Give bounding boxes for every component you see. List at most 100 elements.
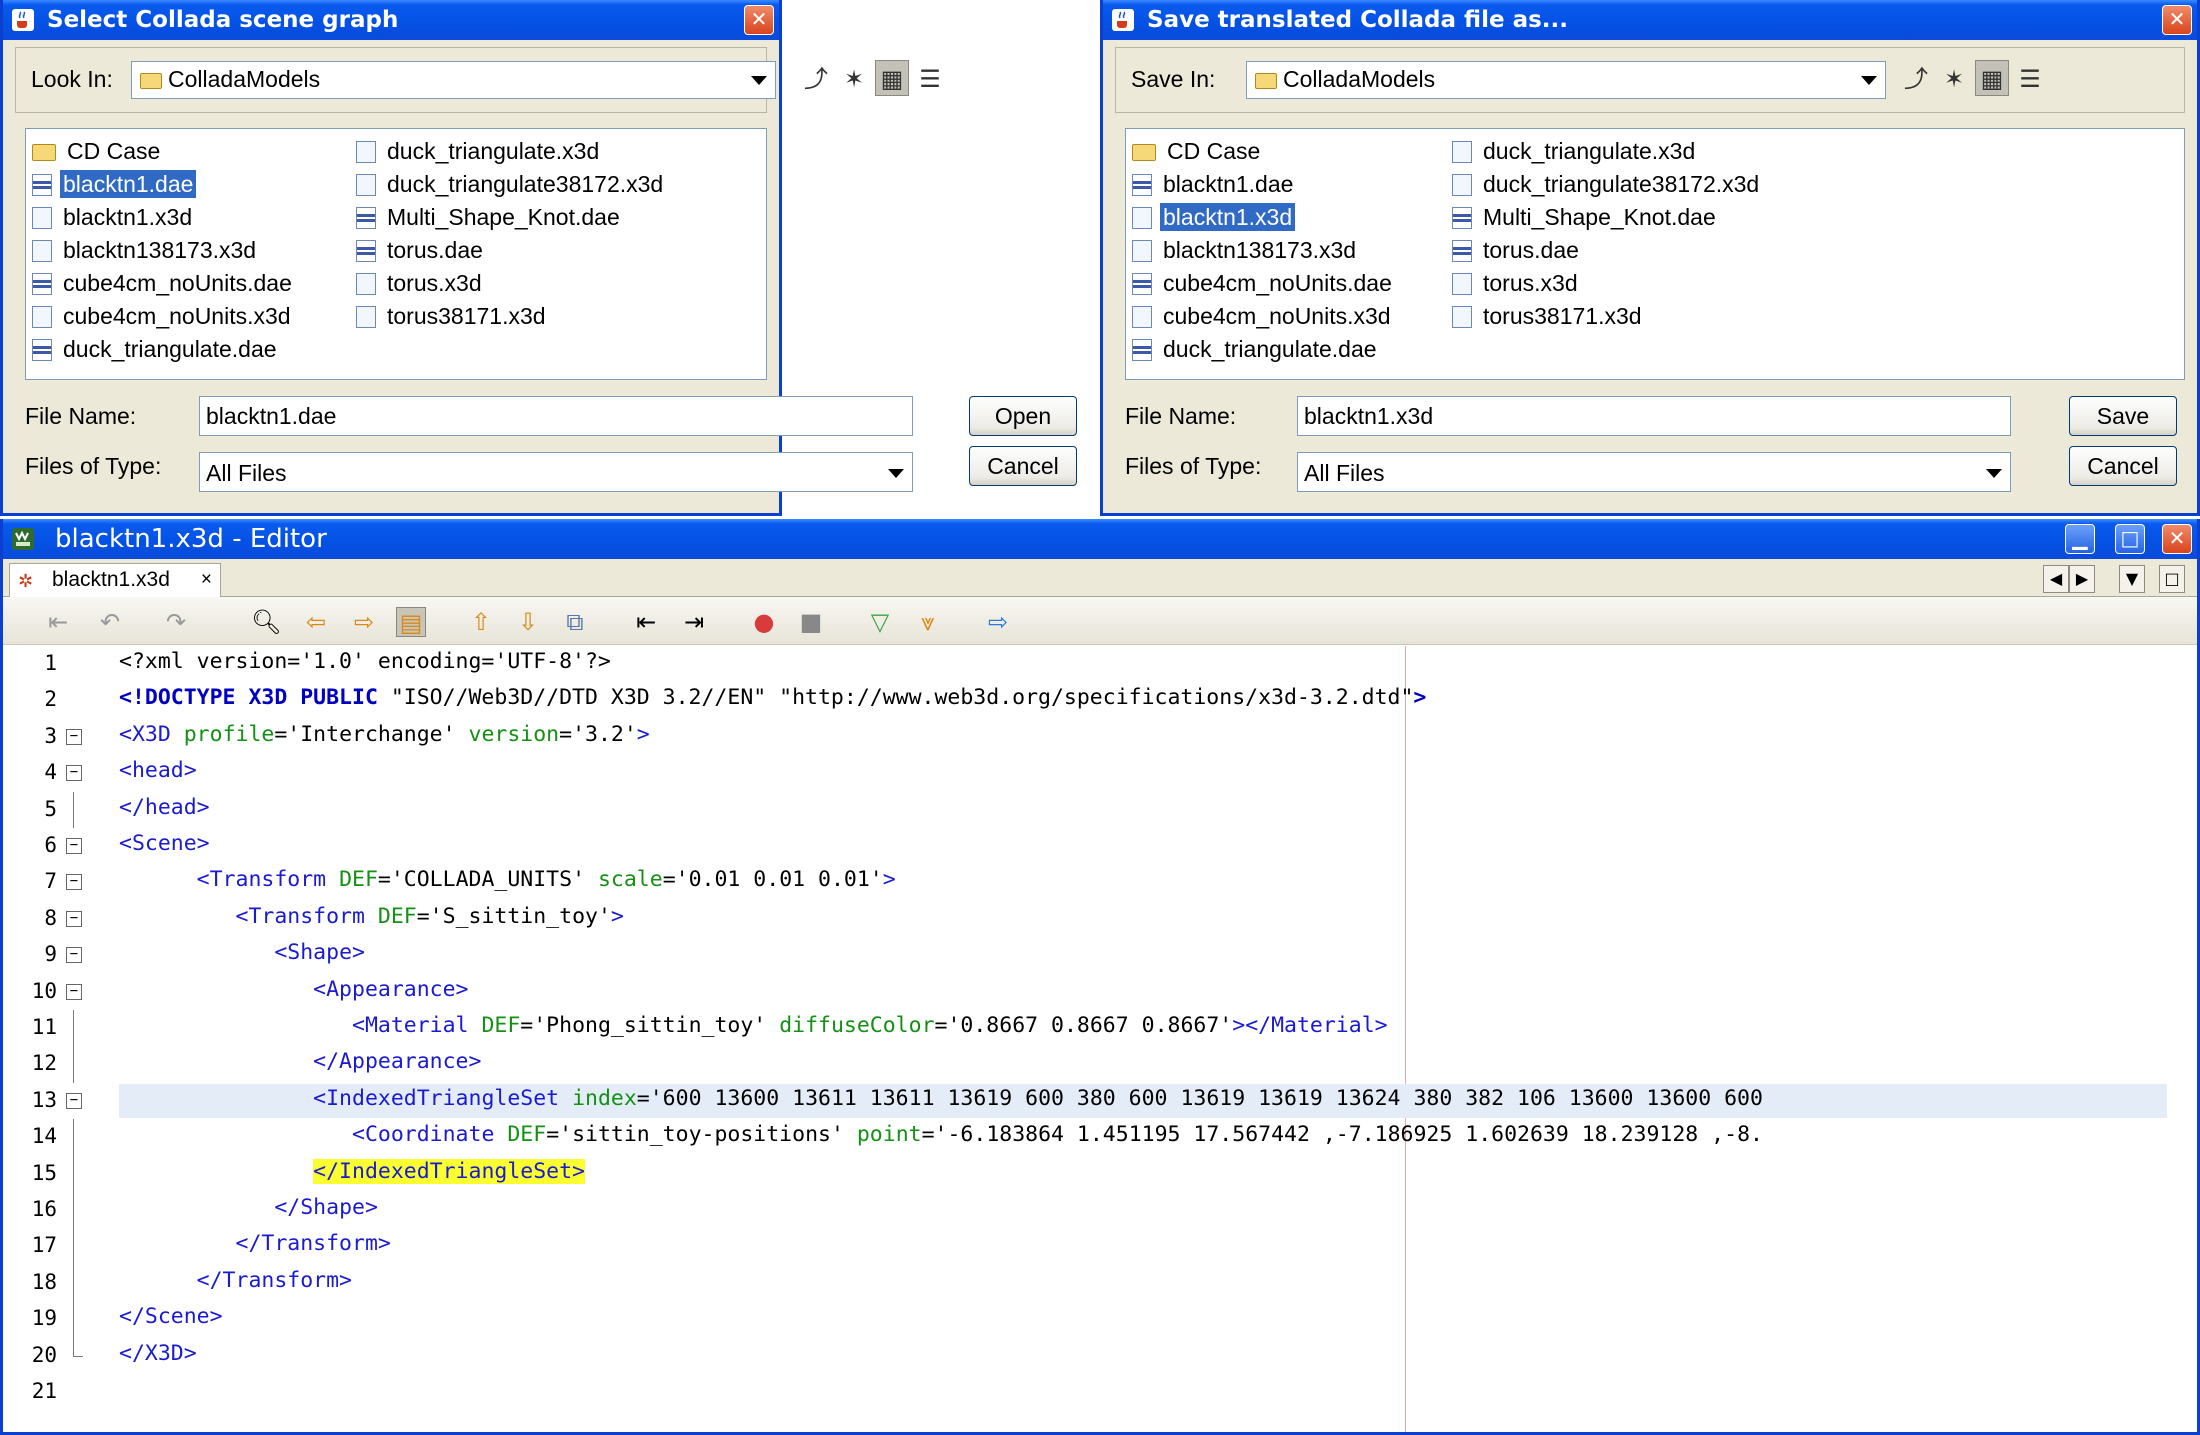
tab-maximize-button[interactable]: □ [2159,565,2185,593]
minimize-button[interactable]: ▁ [2065,524,2095,554]
record-macro-icon[interactable]: ● [749,607,779,637]
list-item[interactable]: cube4cm_noUnits.x3d [1132,300,1395,333]
list-item[interactable]: CD Case [1132,135,1395,168]
file-name: blacktn1.x3d [1160,203,1296,231]
code-line: </X3D> [119,1340,197,1366]
undo-icon[interactable]: ↶ [95,607,125,637]
list-view-icon[interactable]: ▦ [875,60,909,96]
tab-scroll-right-button[interactable]: ▶ [2069,565,2095,593]
list-item[interactable]: cube4cm_noUnits.x3d [32,300,295,333]
look-in-combo[interactable]: ColladaModels [131,61,776,99]
list-item[interactable]: CD Case [32,135,295,168]
shift-left-icon[interactable]: ⇤ [631,607,661,637]
stop-macro-icon[interactable]: ■ [796,607,826,637]
find-previous-icon[interactable]: ⇦ [301,607,331,637]
cancel-button[interactable]: Cancel [2069,446,2177,486]
fold-toggle-icon[interactable]: − [66,838,82,854]
file-name: torus.dae [387,237,483,263]
file-icon [1452,240,1472,262]
shift-down-icon[interactable]: ⇩ [513,607,543,637]
details-view-icon[interactable]: ☰ [2013,61,2047,97]
list-item[interactable]: blacktn1.x3d [1132,201,1395,234]
new-folder-icon[interactable]: ✶ [1937,61,1971,97]
list-item[interactable]: duck_triangulate.dae [1132,333,1395,366]
editor-close-button[interactable]: ✕ [2162,524,2192,554]
editor-titlebar[interactable]: blacktn1.x3d - Editor ▁ □ ✕ [3,519,2197,559]
maximize-button[interactable]: □ [2115,524,2145,554]
list-item[interactable]: blacktn1.dae [1132,168,1395,201]
chevron-down-icon [1861,76,1877,85]
chevron-down-icon [1986,469,2002,478]
list-item[interactable]: duck_triangulate.x3d [356,135,666,168]
list-item[interactable]: duck_triangulate.x3d [1452,135,1762,168]
chevron-down-icon: ▼ [2125,569,2139,588]
tab-blacktn1-x3d[interactable]: ✲ blacktn1.x3d × [9,563,221,597]
fold-toggle-icon[interactable]: − [66,1092,82,1109]
details-view-icon[interactable]: ☰ [913,61,947,97]
open-dialog-title: Select Collada scene graph [47,7,399,33]
list-item[interactable]: cube4cm_noUnits.dae [1132,267,1395,300]
code-line: <Coordinate DEF='sittin_toy-positions' p… [352,1122,1763,1148]
list-item[interactable]: blacktn1.dae [32,168,295,201]
file-name: cube4cm_noUnits.dae [63,270,292,296]
list-item[interactable]: torus38171.x3d [1452,300,1762,333]
check-icon[interactable]: ⩔ [913,607,943,637]
open-dialog-close-button[interactable]: ✕ [744,5,774,35]
new-folder-icon[interactable]: ✶ [837,61,871,97]
fold-toggle-icon[interactable]: − [66,910,82,927]
save-dialog-titlebar[interactable]: Save translated Collada file as... ✕ [1103,0,2197,40]
shift-right-icon[interactable]: ⇥ [679,607,709,637]
file-name-input[interactable]: blacktn1.dae [199,396,913,436]
list-item[interactable]: duck_triangulate38172.x3d [356,168,666,201]
files-of-type-combo[interactable]: All Files [1297,452,2011,492]
cancel-button[interactable]: Cancel [969,446,1077,486]
save-dialog-close-button[interactable]: ✕ [2162,5,2192,35]
list-item[interactable]: blacktn138173.x3d [32,234,295,267]
list-item[interactable]: blacktn1.x3d [32,201,295,234]
shift-up-icon[interactable]: ⇧ [466,607,496,637]
list-item[interactable]: blacktn138173.x3d [1132,234,1395,267]
list-item[interactable]: torus.dae [1452,234,1762,267]
validate-icon[interactable]: ▽ [865,607,895,637]
files-of-type-value: All Files [1304,460,1385,486]
tab-list-button[interactable]: ▼ [2119,565,2145,593]
list-item[interactable]: cube4cm_noUnits.dae [32,267,295,300]
files-of-type-combo[interactable]: All Files [199,452,913,492]
code-editor[interactable]: 1 2 3−4−5 6−7−8−9−10−11 12 13−14 15 16 17 18 19 20 2… [3,646,2197,1432]
toggle-bookmark-icon[interactable]: ⧉ [560,607,590,637]
toggle-highlight-icon[interactable]: ▤ [396,607,426,637]
up-folder-icon[interactable]: ⤴ [1899,61,1933,97]
list-view-icon[interactable]: ▦ [1975,60,2009,96]
tab-close-icon[interactable]: × [201,564,212,596]
redo-icon[interactable]: ↷ [161,607,191,637]
code-line: <Appearance> [313,976,469,1002]
open-button[interactable]: Open [969,396,1077,436]
file-name-input[interactable]: blacktn1.x3d [1297,396,2011,436]
fold-toggle-icon[interactable]: − [66,765,82,782]
find-next-icon[interactable]: ⇨ [349,607,379,637]
file-list[interactable]: CD Case blacktn1.dae blacktn1.x3d blacktn13… [25,128,767,380]
forward-arrow-icon[interactable]: ⇨ [983,607,1013,637]
save-in-combo[interactable]: ColladaModels [1246,61,1886,99]
file-name-label: File Name: [25,403,137,429]
fold-toggle-icon[interactable]: − [66,983,82,1000]
fold-toggle-icon[interactable]: − [66,874,82,891]
list-item[interactable]: duck_triangulate.dae [32,333,295,366]
file-list[interactable]: CD Case blacktn1.dae blacktn1.x3d blacktn13… [1125,128,2185,380]
save-button[interactable]: Save [2069,396,2177,436]
find-icon[interactable]: 🔍︎ [251,607,281,637]
list-item[interactable]: Multi_Shape_Knot.dae [1452,201,1762,234]
fold-toggle-icon[interactable]: − [66,947,82,964]
file-name: duck_triangulate.x3d [387,138,600,164]
back-icon[interactable]: ⇤ [43,607,73,637]
list-item[interactable]: torus38171.x3d [356,300,666,333]
list-item[interactable]: torus.x3d [356,267,666,300]
fold-toggle-icon[interactable]: − [66,728,82,745]
open-dialog-titlebar[interactable]: Select Collada scene graph ✕ [3,0,779,40]
list-item[interactable]: torus.x3d [1452,267,1762,300]
tab-scroll-left-button[interactable]: ◀ [2043,565,2069,593]
list-item[interactable]: duck_triangulate38172.x3d [1452,168,1762,201]
list-item[interactable]: Multi_Shape_Knot.dae [356,201,666,234]
up-folder-icon[interactable]: ⤴ [799,61,833,97]
list-item[interactable]: torus.dae [356,234,666,267]
